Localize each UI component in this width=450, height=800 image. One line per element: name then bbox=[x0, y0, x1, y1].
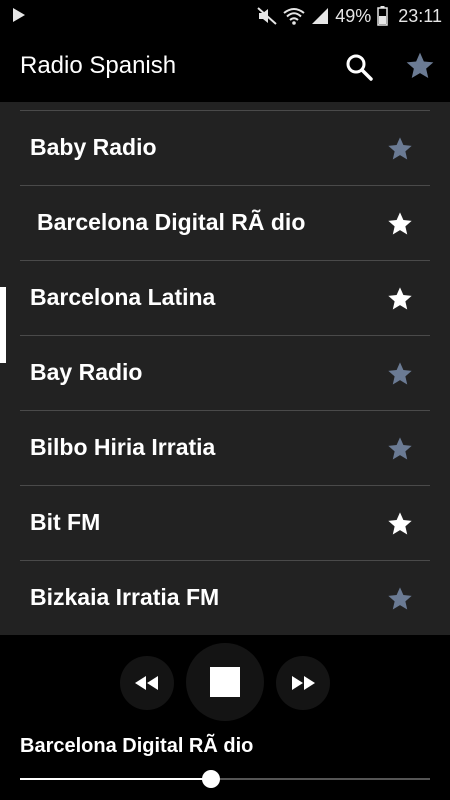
station-row[interactable]: Barcelona Latina bbox=[20, 261, 430, 336]
stop-icon bbox=[210, 667, 240, 697]
fast-forward-button[interactable] bbox=[276, 656, 330, 710]
station-row[interactable]: Bizkaia Irratia FM bbox=[20, 561, 430, 635]
selection-indicator bbox=[0, 287, 6, 363]
seek-bar[interactable] bbox=[20, 770, 430, 788]
battery-icon bbox=[377, 6, 389, 26]
favorite-star-icon[interactable] bbox=[386, 510, 414, 538]
station-name: Bizkaia Irratia FM bbox=[30, 584, 220, 610]
fast-forward-icon bbox=[292, 676, 315, 690]
station-name: Barcelona Latina bbox=[30, 284, 216, 310]
star-icon[interactable] bbox=[386, 585, 414, 613]
star-icon[interactable] bbox=[386, 135, 414, 163]
station-row[interactable]: Bilbo Hiria Irratia bbox=[20, 411, 430, 486]
player-panel: Barcelona Digital RÃ dio bbox=[0, 635, 450, 800]
status-clock: 23:11 bbox=[398, 5, 442, 26]
favorite-star-icon[interactable] bbox=[386, 210, 414, 238]
station-name: Bilbo Hiria Irratia bbox=[30, 434, 216, 460]
star-icon bbox=[406, 52, 434, 78]
station-row[interactable]: Bit FM bbox=[20, 486, 430, 561]
search-button[interactable] bbox=[344, 52, 374, 82]
mute-icon bbox=[257, 7, 277, 25]
station-list[interactable]: Baby Radio Barcelona Digital RÃ dio Barce… bbox=[0, 102, 450, 635]
favorites-button[interactable] bbox=[404, 50, 436, 82]
star-icon[interactable] bbox=[386, 435, 414, 463]
battery-percent: 49% bbox=[335, 5, 372, 26]
favorite-star-icon[interactable] bbox=[386, 285, 414, 313]
station-row[interactable]: Barcelona Digital RÃ dio bbox=[20, 186, 430, 261]
station-name: Barcelona Digital RÃ dio bbox=[37, 209, 306, 235]
signal-icon bbox=[311, 7, 329, 25]
station-row[interactable]: Baby Radio bbox=[20, 111, 430, 186]
app-title: Radio Spanish bbox=[20, 52, 177, 79]
station-name: Baby Radio bbox=[30, 134, 157, 160]
station-name: Bit FM bbox=[30, 509, 101, 535]
search-icon bbox=[346, 54, 373, 81]
seek-bar-fill bbox=[20, 778, 211, 780]
star-icon[interactable] bbox=[386, 360, 414, 388]
seek-thumb[interactable] bbox=[201, 770, 220, 788]
now-playing-title: Barcelona Digital RÃ dio bbox=[20, 735, 254, 757]
wifi-icon bbox=[283, 7, 305, 25]
status-bar: 49% 23:11 bbox=[0, 0, 450, 34]
station-name: Bay Radio bbox=[30, 359, 143, 385]
status-icons: 49% 23:11 bbox=[257, 5, 442, 27]
app-bar: Radio Spanish bbox=[0, 34, 450, 102]
rewind-icon bbox=[135, 676, 158, 690]
station-row[interactable]: Bay Radio bbox=[20, 336, 430, 411]
rewind-button[interactable] bbox=[120, 656, 174, 710]
play-icon bbox=[12, 7, 26, 28]
stop-button[interactable] bbox=[186, 643, 264, 721]
